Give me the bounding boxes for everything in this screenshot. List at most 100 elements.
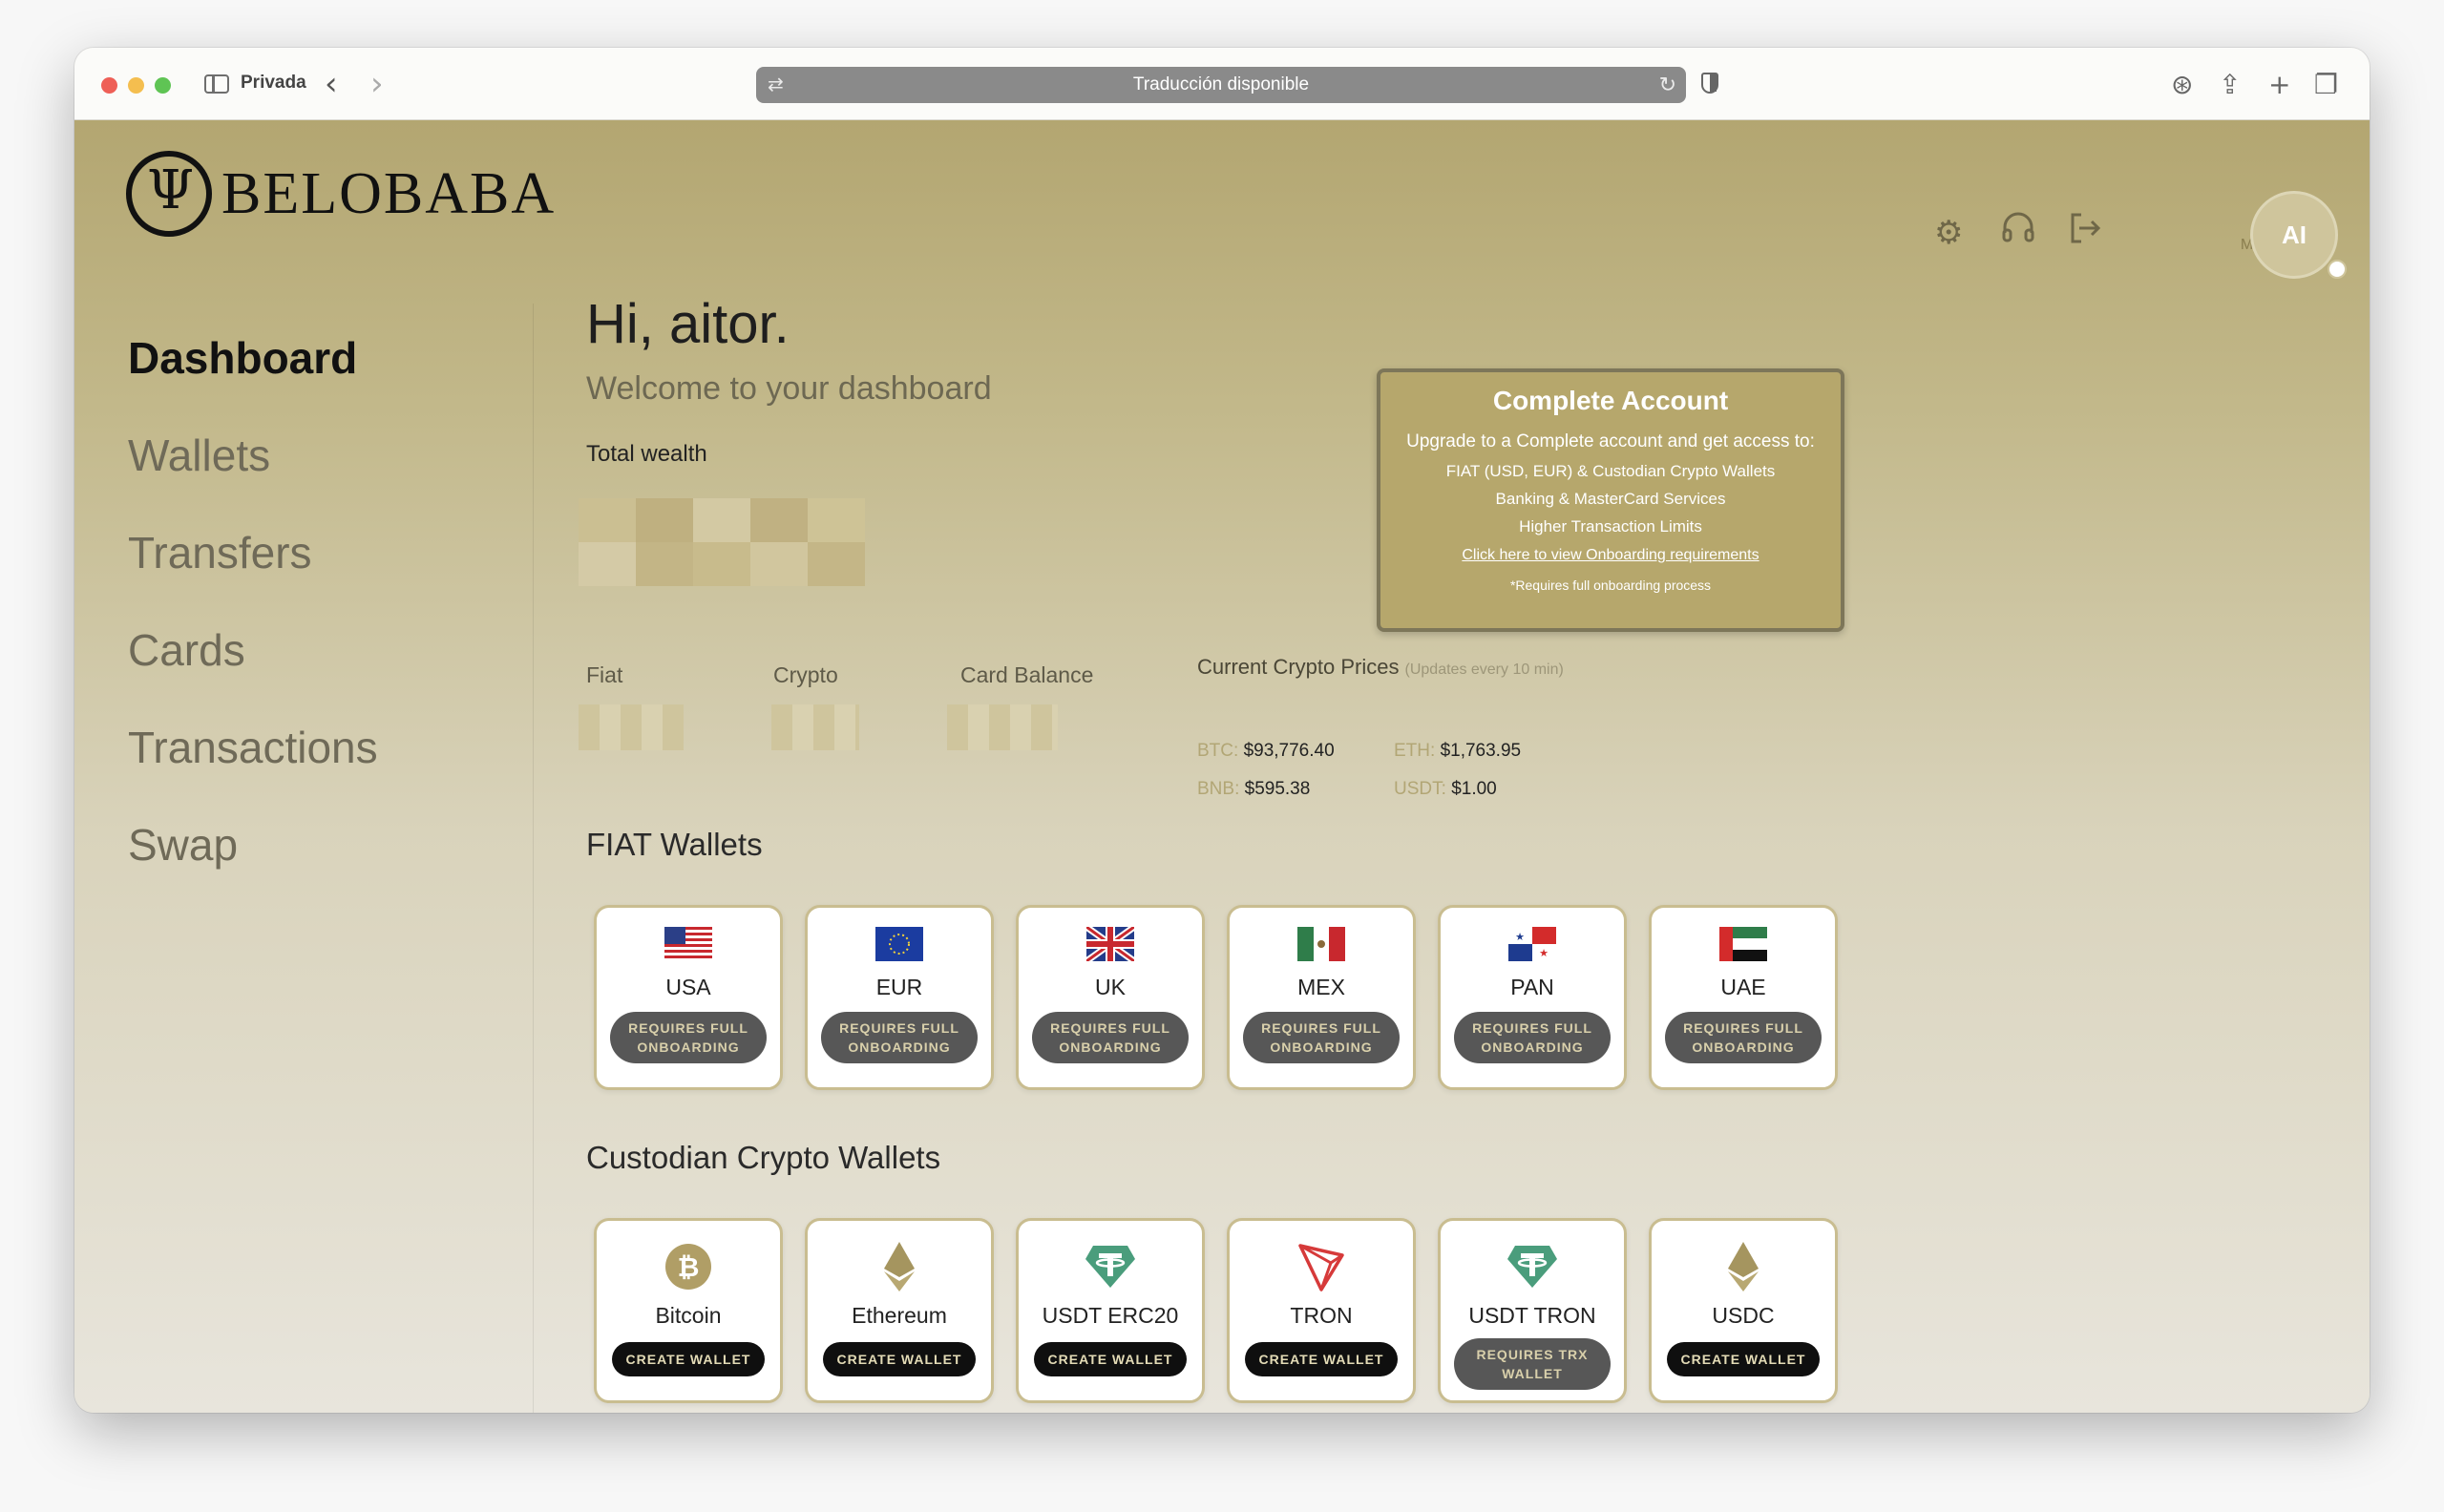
- tether-icon: [1084, 1240, 1137, 1293]
- forward-arrow-icon[interactable]: ›: [370, 65, 384, 103]
- zoom-window-button[interactable]: [155, 77, 171, 94]
- avatar[interactable]: AI: [2250, 191, 2338, 279]
- badge-line: ONBOARDING: [1270, 1040, 1373, 1055]
- fiat-wallet-card-pan[interactable]: ★ ★ PAN REQUIRES FULL ONBOARDING: [1438, 905, 1627, 1090]
- logout-icon[interactable]: [2068, 212, 2102, 253]
- fiat-wallet-card-usa[interactable]: USA REQUIRES FULL ONBOARDING: [594, 905, 783, 1090]
- crypto-wallet-card-usdc[interactable]: USDC CREATE WALLET: [1649, 1218, 1838, 1403]
- wallet-name: UAE: [1720, 975, 1766, 999]
- wallet-name: MEX: [1297, 975, 1345, 999]
- requires-onboarding-badge: REQUIRES FULL ONBOARDING: [1243, 1012, 1400, 1063]
- eth-key: ETH:: [1394, 741, 1436, 761]
- translate-icon[interactable]: ⇄: [768, 67, 784, 103]
- sidebar-item-wallets[interactable]: Wallets: [128, 430, 378, 527]
- requires-trx-wallet-badge: REQUIRES TRX WALLET: [1454, 1338, 1611, 1390]
- requires-onboarding-badge: REQUIRES FULL ONBOARDING: [1665, 1012, 1822, 1063]
- sidebar-item-swap[interactable]: Swap: [128, 819, 378, 916]
- badge-line: REQUIRES FULL: [1683, 1020, 1803, 1036]
- browser-toolbar: Privada ‹ › ⇄ Traducción disponible ↻ ⊛ …: [74, 48, 2370, 120]
- headset-support-icon[interactable]: [2001, 212, 2035, 253]
- app-content: Ψ BELOBABA ⚙ aitor My Profile AI Dashboa…: [74, 120, 2370, 1413]
- badge-line: REQUIRES FULL: [839, 1020, 959, 1036]
- requires-onboarding-badge: REQUIRES FULL ONBOARDING: [1454, 1012, 1611, 1063]
- sidebar-item-transfers[interactable]: Transfers: [128, 527, 378, 624]
- reload-icon[interactable]: ↻: [1659, 67, 1676, 103]
- eu-flag-icon: [875, 927, 923, 961]
- uk-flag-icon: [1086, 927, 1134, 961]
- welcome-subtitle: Welcome to your dashboard: [586, 370, 992, 407]
- crypto-prices-heading: Current Crypto Prices: [1197, 655, 1400, 679]
- total-wealth-value-blurred: [579, 498, 865, 586]
- bnb-key: BNB:: [1197, 779, 1240, 799]
- brand-logo[interactable]: Ψ BELOBABA: [126, 149, 556, 239]
- back-arrow-icon[interactable]: ‹: [325, 65, 338, 103]
- wallet-name: USA: [665, 975, 711, 999]
- crypto-prices-title: Current Crypto Prices (Updates every 10 m…: [1197, 655, 1564, 680]
- sidebar-item-cards[interactable]: Cards: [128, 624, 378, 722]
- badge-line: ONBOARDING: [848, 1040, 951, 1055]
- complete-account-title: Complete Account: [1492, 386, 1729, 415]
- complete-account-note: *Requires full onboarding process: [1509, 578, 1712, 593]
- fiat-wallet-card-uae[interactable]: UAE REQUIRES FULL ONBOARDING: [1649, 905, 1838, 1090]
- crypto-wallets-title: Custodian Crypto Wallets: [586, 1140, 941, 1175]
- requires-onboarding-badge: REQUIRES FULL ONBOARDING: [610, 1012, 767, 1063]
- complete-account-benefit: Higher Transaction Limits: [1519, 517, 1702, 536]
- new-tab-icon[interactable]: +: [2268, 69, 2290, 100]
- share-icon[interactable]: ⇪: [2219, 69, 2241, 100]
- crypto-value-blurred: [771, 704, 859, 750]
- badge-line: REQUIRES FULL: [628, 1020, 748, 1036]
- fiat-wallet-card-mex[interactable]: MEX REQUIRES FULL ONBOARDING: [1227, 905, 1416, 1090]
- crypto-wallet-card-ethereum[interactable]: Ethereum CREATE WALLET: [805, 1218, 994, 1403]
- total-wealth-label: Total wealth: [586, 441, 707, 467]
- badge-line: ONBOARDING: [1481, 1040, 1584, 1055]
- privacy-shield-icon[interactable]: [1701, 73, 1718, 94]
- complete-account-benefit: FIAT (USD, EUR) & Custodian Crypto Walle…: [1445, 462, 1776, 480]
- private-mode-label: Privada: [241, 73, 306, 93]
- crypto-wallet-card-usdt-tron[interactable]: USDT TRON REQUIRES TRX WALLET: [1438, 1218, 1627, 1403]
- sidebar-toggle-icon[interactable]: [204, 74, 229, 94]
- card-balance-label: Card Balance: [960, 662, 1094, 687]
- create-wallet-button[interactable]: CREATE WALLET: [1034, 1342, 1187, 1376]
- create-wallet-button[interactable]: CREATE WALLET: [1667, 1342, 1820, 1376]
- settings-gear-icon[interactable]: ⚙: [1934, 214, 1963, 252]
- usa-flag-icon: [664, 927, 712, 961]
- crypto-wallet-card-tron[interactable]: TRON CREATE WALLET: [1227, 1218, 1416, 1403]
- eth-value: $1,763.95: [1440, 741, 1522, 761]
- btc-key: BTC:: [1197, 741, 1239, 761]
- tab-overview-icon[interactable]: ❐: [2314, 69, 2338, 100]
- requires-onboarding-badge: REQUIRES FULL ONBOARDING: [1032, 1012, 1189, 1063]
- mexico-flag-icon: [1297, 927, 1345, 961]
- download-icon[interactable]: ⊛: [2171, 69, 2193, 100]
- create-wallet-button[interactable]: CREATE WALLET: [612, 1342, 765, 1376]
- sidebar-item-transactions[interactable]: Transactions: [128, 722, 378, 819]
- fiat-value-blurred: [579, 704, 684, 750]
- trident-logo-icon: Ψ: [126, 151, 212, 237]
- crypto-prices-note: (Updates every 10 min): [1404, 662, 1564, 678]
- fiat-wallet-card-uk[interactable]: UK REQUIRES FULL ONBOARDING: [1016, 905, 1205, 1090]
- close-window-button[interactable]: [101, 77, 117, 94]
- badge-line: ONBOARDING: [1059, 1040, 1162, 1055]
- address-text: Traducción disponible: [1132, 74, 1310, 94]
- onboarding-requirements-link[interactable]: Click here to view Onboarding requiremen…: [1380, 547, 1841, 564]
- requires-onboarding-badge: REQUIRES FULL ONBOARDING: [821, 1012, 978, 1063]
- eth-price: ETH: $1,763.95: [1394, 741, 1521, 762]
- badge-line: REQUIRES TRX: [1476, 1347, 1589, 1362]
- svg-text:₿: ₿: [678, 1251, 700, 1283]
- fiat-wallet-card-eur[interactable]: EUR REQUIRES FULL ONBOARDING: [805, 905, 994, 1090]
- ethereum-icon: [873, 1240, 926, 1293]
- sidebar-divider: [533, 304, 534, 1413]
- tether-icon: [1506, 1240, 1559, 1293]
- create-wallet-button[interactable]: CREATE WALLET: [823, 1342, 976, 1376]
- sidebar-nav: Dashboard Wallets Transfers Cards Transa…: [128, 332, 378, 916]
- avatar-status-dot: [2328, 260, 2347, 279]
- crypto-wallet-card-usdt-erc20[interactable]: USDT ERC20 CREATE WALLET: [1016, 1218, 1205, 1403]
- crypto-wallet-card-bitcoin[interactable]: ₿ Bitcoin CREATE WALLET: [594, 1218, 783, 1403]
- minimize-window-button[interactable]: [128, 77, 144, 94]
- sidebar-item-dashboard[interactable]: Dashboard: [128, 332, 378, 430]
- address-bar[interactable]: ⇄ Traducción disponible ↻: [756, 67, 1686, 103]
- usdt-price: USDT: $1.00: [1394, 779, 1497, 800]
- brand-name: BELOBABA: [221, 160, 557, 226]
- complete-account-lead: Upgrade to a Complete account and get ac…: [1406, 431, 1815, 452]
- browser-window: Privada ‹ › ⇄ Traducción disponible ↻ ⊛ …: [74, 48, 2370, 1413]
- create-wallet-button[interactable]: CREATE WALLET: [1245, 1342, 1398, 1376]
